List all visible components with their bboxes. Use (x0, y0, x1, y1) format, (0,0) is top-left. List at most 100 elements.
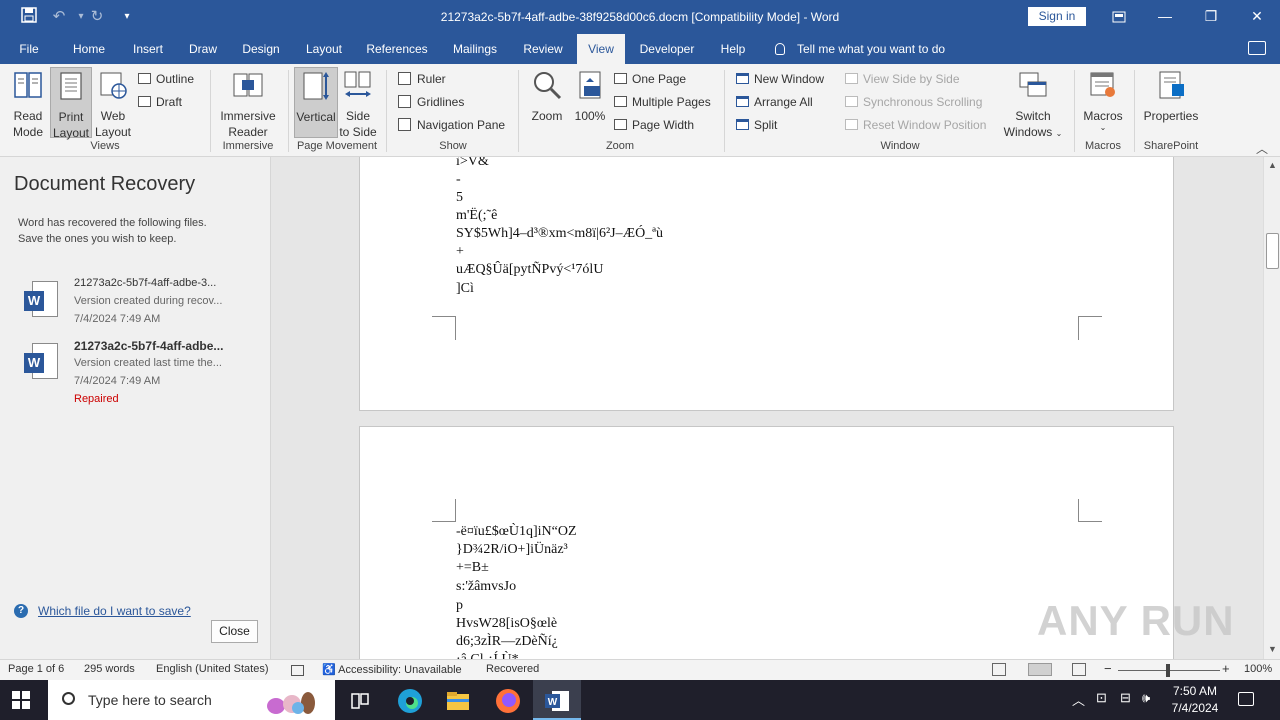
switch-windows-button[interactable]: Switch Windows ⌄ (1000, 70, 1066, 142)
tell-me-box[interactable]: Tell me what you want to do (775, 34, 945, 64)
vertical-button[interactable]: Vertical (294, 67, 338, 138)
volume-icon[interactable]: 🕪 (1142, 690, 1150, 706)
gridlines-label: Gridlines (417, 95, 465, 109)
tab-home[interactable]: Home (64, 34, 114, 64)
ribbon-display-options-icon[interactable] (1096, 0, 1142, 34)
notifications-icon[interactable] (1238, 692, 1254, 706)
wifi-icon[interactable]: ⊟ (1120, 690, 1131, 706)
document-area[interactable]: ì>V& - 5 m'Ë(;˜ê SY$5Wh]4–d³®xm<m8ï|6²J–… (272, 157, 1263, 659)
minimize-button[interactable]: — (1142, 0, 1188, 34)
zoom-level[interactable]: 100% (1244, 663, 1272, 675)
properties-button[interactable]: Properties (1140, 70, 1202, 124)
undo-icon[interactable]: ↶ (48, 7, 70, 27)
tab-draw[interactable]: Draw (180, 34, 226, 64)
word-document-icon: W (24, 281, 60, 319)
ribbon-tabs: File Home Insert Draw Design Layout Refe… (0, 34, 1280, 64)
separator (210, 70, 211, 152)
file-name: 21273a2c-5b7f-4aff-adbe... (74, 339, 224, 353)
document-text-line: +=B± (456, 560, 489, 575)
zoom-button[interactable]: Zoom (526, 70, 568, 124)
sync-scrolling-label: Synchronous Scrolling (863, 95, 983, 109)
switch-windows-label-2: Windows ⌄ (1000, 124, 1066, 142)
close-recovery-button[interactable]: Close (211, 620, 258, 643)
multiple-pages-button[interactable]: Multiple Pages (614, 94, 711, 110)
zoom-slider-thumb[interactable] (1166, 664, 1170, 677)
immersive-reader-button[interactable]: Immersive Reader (216, 70, 280, 140)
network-icon[interactable]: ⊡ (1096, 690, 1107, 706)
show-hidden-icons-icon[interactable]: ︿ (1072, 690, 1085, 709)
word-count[interactable]: 295 words (84, 663, 135, 675)
collapse-ribbon-icon[interactable]: ︿ (1256, 140, 1268, 157)
tab-view[interactable]: View (577, 34, 625, 64)
language-status[interactable]: English (United States) (156, 663, 269, 675)
windows-start-icon[interactable] (12, 691, 30, 709)
scroll-down-arrow-icon[interactable]: ▼ (1265, 642, 1280, 657)
page-width-button[interactable]: Page Width (614, 117, 694, 133)
document-page[interactable]: ì>V& - 5 m'Ë(;˜ê SY$5Wh]4–d³®xm<m8ï|6²J–… (359, 157, 1174, 411)
tab-mailings[interactable]: Mailings (444, 34, 506, 64)
one-page-button[interactable]: One Page (614, 71, 686, 87)
new-window-button[interactable]: New Window (736, 71, 824, 87)
side-to-side-label-2: to Side (339, 125, 377, 139)
tab-references[interactable]: References (362, 34, 432, 64)
macros-button[interactable]: Macros ⌄ (1080, 70, 1126, 132)
group-macros: Macros (1084, 140, 1122, 152)
ruler-checkbox[interactable]: Ruler (398, 71, 446, 87)
taskbar-clock[interactable]: 7:50 AM 7/4/2024 (1160, 683, 1230, 717)
scrollbar-thumb[interactable] (1266, 233, 1279, 269)
firefox-icon[interactable] (484, 680, 532, 720)
print-layout-button[interactable]: Print Layout (50, 67, 92, 140)
accessibility-icon: ♿ (322, 664, 336, 676)
file-explorer-icon[interactable] (434, 680, 482, 720)
task-view-icon[interactable] (336, 680, 384, 720)
tab-developer[interactable]: Developer (634, 34, 700, 64)
recovered-file-item[interactable]: W 21273a2c-5b7f-4aff-adbe-3... Version c… (0, 277, 271, 337)
read-mode-button[interactable]: Read Mode (6, 70, 50, 140)
page-count[interactable]: Page 1 of 6 (8, 663, 64, 675)
edge-browser-icon[interactable] (386, 680, 434, 720)
tab-help[interactable]: Help (712, 34, 754, 64)
gridlines-checkbox[interactable]: Gridlines (398, 94, 464, 110)
sign-in-button[interactable]: Sign in (1028, 7, 1086, 26)
margin-corner (1078, 316, 1102, 340)
taskbar-search-box[interactable]: Type here to search (48, 680, 335, 720)
tab-insert[interactable]: Insert (124, 34, 172, 64)
customize-qat-icon[interactable]: ▾ (116, 7, 138, 27)
tab-layout[interactable]: Layout (296, 34, 352, 64)
zoom-100-button[interactable]: 100% (570, 70, 610, 124)
margin-corner (432, 316, 456, 340)
zoom-out-icon[interactable]: − (1104, 661, 1112, 676)
read-mode-view-icon[interactable] (992, 663, 1006, 676)
side-to-side-button[interactable]: Side to Side (338, 70, 378, 140)
split-button[interactable]: Split (736, 117, 777, 133)
draft-button[interactable]: Draft (138, 94, 182, 110)
tab-review[interactable]: Review (516, 34, 570, 64)
side-to-side-label-1: Side (345, 109, 371, 123)
scroll-up-arrow-icon[interactable]: ▲ (1265, 158, 1280, 173)
web-layout-button[interactable]: Web Layout (92, 70, 134, 140)
read-mode-label-2: Mode (12, 125, 44, 139)
page-width-label: Page Width (632, 118, 695, 132)
save-icon[interactable] (18, 7, 40, 27)
proofing-icon[interactable] (291, 665, 304, 676)
restore-button[interactable]: ❐ (1188, 0, 1234, 34)
redo-icon[interactable]: ↻ (86, 7, 108, 27)
close-window-button[interactable]: ✕ (1234, 0, 1280, 34)
arrange-all-button[interactable]: Arrange All (736, 94, 813, 110)
vertical-scrollbar[interactable]: ▲ ▼ (1263, 157, 1280, 659)
accessibility-status[interactable]: ♿ Accessibility: Unavailable (322, 663, 462, 676)
tab-file[interactable]: File (8, 34, 50, 64)
navigation-pane-checkbox[interactable]: Navigation Pane (398, 117, 505, 133)
web-layout-view-icon[interactable] (1072, 663, 1086, 676)
print-layout-view-icon[interactable] (1028, 663, 1052, 676)
outline-button[interactable]: Outline (138, 71, 194, 87)
comments-icon[interactable] (1248, 41, 1266, 55)
search-icon (62, 692, 75, 705)
word-taskbar-icon[interactable]: W (533, 680, 581, 720)
side-to-side-icon (338, 70, 378, 104)
tab-design[interactable]: Design (234, 34, 288, 64)
zoom-in-icon[interactable]: + (1222, 661, 1230, 676)
which-file-help-link[interactable]: Which file do I want to save? (38, 604, 191, 618)
sync-scrolling-button: Synchronous Scrolling (845, 94, 982, 110)
recovered-file-item[interactable]: W 21273a2c-5b7f-4aff-adbe... Version cre… (0, 339, 271, 409)
